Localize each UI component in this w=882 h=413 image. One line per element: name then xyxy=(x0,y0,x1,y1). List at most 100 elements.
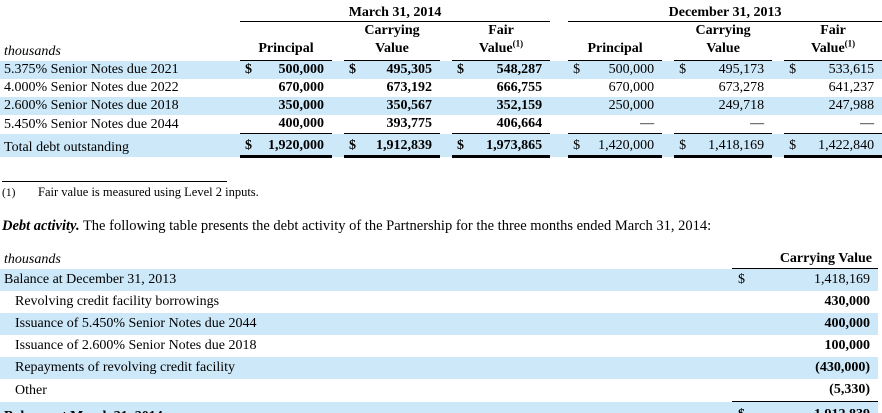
table-row: 5.375% Senior Notes due 2021 $ 500,000 $… xyxy=(0,60,882,79)
cell-value: 350,000 xyxy=(262,97,332,115)
table-row: Other (5,330) xyxy=(0,379,878,402)
cell-value: (430,000) xyxy=(760,357,878,379)
spacer-cell xyxy=(550,115,568,134)
row-label: Issuance of 2.600% Senior Notes due 2018 xyxy=(15,338,257,353)
cell-value: 1,422,840 xyxy=(806,133,882,158)
spacer-cell xyxy=(440,133,452,157)
spacer-cell xyxy=(440,79,452,97)
column-header-fair-value: Fair Value(1) xyxy=(452,21,551,61)
debt-activity-paragraph: Debt activity. The following table prese… xyxy=(2,218,882,235)
cell-value: 670,000 xyxy=(278,80,325,95)
dollar-sign: $ xyxy=(732,268,760,291)
dollar-sign: $ xyxy=(240,60,262,79)
spacer-cell xyxy=(332,22,344,61)
total-row: Balance at March 31, 2014 $ 1,912,839 xyxy=(0,401,878,413)
dollar-sign xyxy=(784,97,807,115)
row-label: 4.000% Senior Notes due 2022 xyxy=(4,80,179,95)
dollar-sign: $ xyxy=(344,60,366,79)
footnote-reference: (1) xyxy=(844,38,856,49)
cell-value: 400,000 xyxy=(278,116,325,131)
dollar-sign xyxy=(452,97,474,115)
cell-value: 548,287 xyxy=(474,60,551,79)
dollar-sign xyxy=(568,115,590,134)
footnote-reference: (1) xyxy=(512,38,524,49)
footnote-text: Fair value is measured using Level 2 inp… xyxy=(38,185,259,199)
debt-activity-table: thousands Carrying Value Balance at Dece… xyxy=(0,248,878,413)
column-header-carrying-value: Carrying Value xyxy=(344,21,440,61)
dollar-sign xyxy=(240,79,262,97)
dollar-sign xyxy=(240,97,262,115)
table-row: 5.450% Senior Notes due 2044 400,000 393… xyxy=(0,115,882,134)
cell-value: 1,418,169 xyxy=(696,133,773,158)
spacer-cell xyxy=(332,60,344,79)
spacer-cell xyxy=(772,60,785,79)
debt-comparison-table: March 31, 2014 December 31, 2013 thousan… xyxy=(0,2,882,158)
row-label: Other xyxy=(15,382,47,398)
row-label: 2.600% Senior Notes due 2018 xyxy=(0,97,240,115)
dollar-sign xyxy=(344,97,366,115)
footnote: (1) Fair value is measured using Level 2 … xyxy=(2,185,882,200)
cell-value: 393,775 xyxy=(386,116,433,131)
spacer-cell xyxy=(0,2,240,22)
column-header-carrying-value: Carrying Value xyxy=(674,21,773,61)
table-row: 2.600% Senior Notes due 2018 350,000 350… xyxy=(0,97,882,115)
spacer-cell xyxy=(332,133,344,157)
table-row: Issuance of 5.450% Senior Notes due 2044… xyxy=(0,313,878,335)
row-label: 5.375% Senior Notes due 2021 xyxy=(0,60,240,79)
table-row: Revolving credit facility borrowings 430… xyxy=(0,291,878,313)
spacer-cell xyxy=(550,2,568,22)
footnote-divider xyxy=(2,181,227,182)
financial-note-page: March 31, 2014 December 31, 2013 thousan… xyxy=(0,0,882,413)
column-header-principal: Principal xyxy=(240,21,332,61)
spacer-cell xyxy=(440,22,452,61)
em-dash-value: — xyxy=(640,116,655,131)
cell-value: 1,418,169 xyxy=(760,268,878,291)
dollar-sign: $ xyxy=(452,133,474,158)
cell-value: 250,000 xyxy=(590,97,663,115)
cell-value: 670,000 xyxy=(608,80,655,95)
cell-value: 406,664 xyxy=(496,116,543,131)
spacer-cell xyxy=(332,97,344,115)
dollar-sign xyxy=(784,79,806,97)
spacer-cell xyxy=(662,133,675,157)
spacer-cell xyxy=(550,133,569,157)
spacer-cell xyxy=(772,97,785,115)
dollar-sign xyxy=(344,79,366,97)
dollar-sign: $ xyxy=(732,401,760,413)
column-header-carrying-value: Carrying Value xyxy=(732,248,878,269)
table-row: Issuance of 2.600% Senior Notes due 2018… xyxy=(0,335,878,357)
spacer-cell xyxy=(332,115,344,134)
spacer-cell xyxy=(662,79,674,97)
spacer-cell xyxy=(550,60,569,79)
cell-value: 1,420,000 xyxy=(590,133,663,158)
cell-value: 495,173 xyxy=(696,60,773,79)
em-dash-value: — xyxy=(860,116,875,131)
cell-value: 533,615 xyxy=(806,60,882,79)
cell-value: 641,237 xyxy=(828,80,875,95)
spacer-cell xyxy=(550,97,569,115)
spacer-cell xyxy=(440,115,452,134)
row-label: Total debt outstanding xyxy=(0,133,240,157)
units-label: thousands xyxy=(4,251,61,267)
cell-value: 673,192 xyxy=(386,80,433,95)
dollar-sign xyxy=(784,115,806,134)
spacer-cell xyxy=(772,133,785,157)
row-label: Repayments of revolving credit facility xyxy=(0,357,732,379)
column-header-row: thousands Principal Carrying Value Fair … xyxy=(0,21,882,61)
total-row: Total debt outstanding $ 1,920,000 $ 1,9… xyxy=(0,133,882,158)
spacer-cell xyxy=(662,60,675,79)
dollar-sign: $ xyxy=(568,133,591,158)
column-header-fair-value: Fair Value(1) xyxy=(784,21,882,61)
cell-value: (5,330) xyxy=(829,382,870,397)
dollar-sign: $ xyxy=(784,133,807,158)
em-dash-value: — xyxy=(750,116,765,131)
spacer-cell xyxy=(662,115,674,134)
spacer-cell xyxy=(440,60,452,79)
spacer-cell xyxy=(662,22,674,61)
cell-value: 249,718 xyxy=(696,97,773,115)
table-row: Balance at December 31, 2013 $ 1,418,169 xyxy=(0,268,878,291)
cell-value: 500,000 xyxy=(262,60,332,79)
dollar-sign: $ xyxy=(452,60,474,79)
cell-value: 1,912,839 xyxy=(366,133,440,158)
spacer-cell xyxy=(550,79,568,97)
